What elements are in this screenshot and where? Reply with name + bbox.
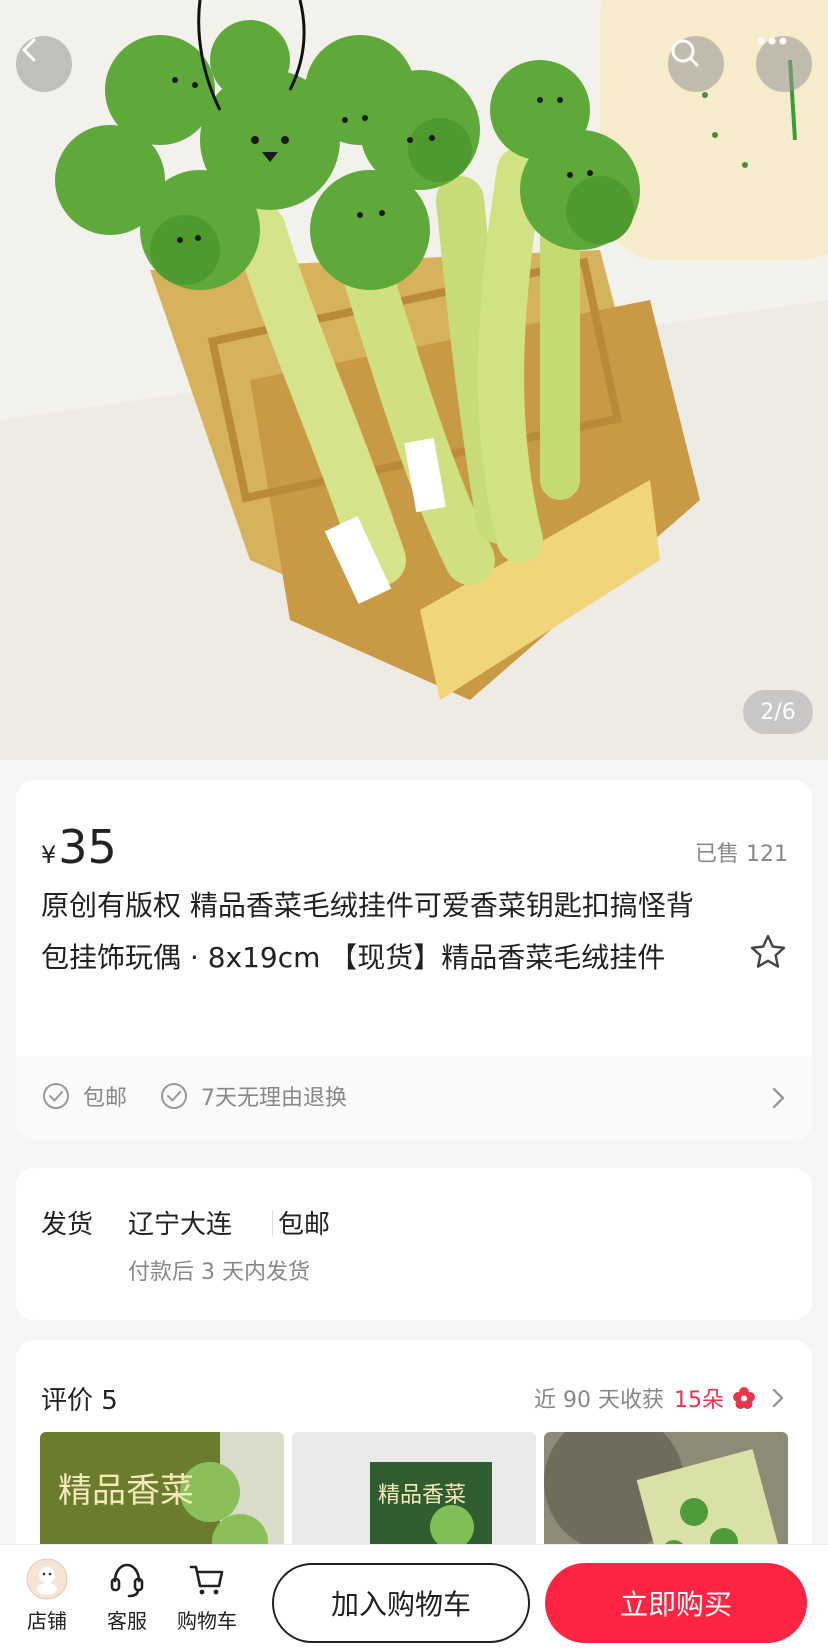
chevron-left-icon	[22, 38, 36, 62]
more-button[interactable]	[756, 36, 812, 92]
headset-icon	[110, 1563, 144, 1598]
customer-service-button[interactable]: 客服	[92, 1557, 162, 1634]
product-info-card: ¥35 已售 121 原创有版权 精品香菜毛绒挂件可爱香菜钥匙扣搞怪背包挂饰玩偶…	[16, 780, 812, 1140]
shop-label: 店铺	[27, 1609, 67, 1633]
currency-symbol: ¥	[41, 841, 57, 869]
reviews-harvest[interactable]: 近 90 天收获 15朵	[534, 1382, 788, 1414]
check-circle-icon	[43, 1083, 69, 1109]
shop-avatar-icon	[26, 1558, 68, 1600]
more-dots-icon	[757, 37, 787, 45]
service-label: 7天无理由退换	[201, 1086, 347, 1111]
product-photo	[0, 0, 828, 760]
star-icon	[750, 934, 786, 968]
shipping-label: 发货	[41, 1210, 94, 1240]
cart-icon	[189, 1565, 224, 1595]
back-button[interactable]	[16, 36, 72, 92]
service-free-shipping: 包邮	[41, 1080, 127, 1112]
reviews-title: 评价 5	[41, 1386, 118, 1416]
favorite-button[interactable]	[748, 932, 788, 972]
thumb-text: 精品香菜	[58, 1471, 194, 1511]
price-amount: 35	[58, 820, 117, 874]
service-7day-return: 7天无理由退换	[159, 1080, 347, 1112]
chevron-right-icon	[772, 1388, 784, 1408]
services-arrow[interactable]	[766, 1083, 790, 1113]
check-circle-icon	[161, 1083, 187, 1109]
shipping-fee: 包邮	[278, 1210, 331, 1240]
services-band[interactable]	[16, 1056, 812, 1140]
cart-button[interactable]: 购物车	[172, 1557, 242, 1634]
service-label: 客服	[107, 1609, 147, 1633]
chevron-right-icon	[772, 1087, 785, 1109]
image-counter: 2/6	[743, 690, 813, 734]
sold-count: 已售 121	[695, 842, 788, 867]
thumb-text: 精品香菜	[378, 1483, 466, 1508]
harvest-prefix: 近 90 天收获	[534, 1388, 664, 1413]
price: ¥35	[41, 820, 117, 874]
flower-icon	[733, 1387, 755, 1409]
harvest-count: 15朵	[674, 1388, 724, 1413]
cart-label: 购物车	[177, 1609, 237, 1633]
shipping-origin: 辽宁大连	[128, 1210, 233, 1240]
product-image-gallery[interactable]: 2/6	[0, 0, 828, 760]
service-label: 包邮	[83, 1086, 128, 1111]
search-button[interactable]	[668, 36, 724, 92]
add-to-cart-button[interactable]: 加入购物车	[272, 1563, 530, 1643]
shipping-card: 发货 辽宁大连 包邮 付款后 3 天内发货	[16, 1168, 812, 1320]
divider	[272, 1210, 273, 1236]
product-title: 原创有版权 精品香菜毛绒挂件可爱香菜钥匙扣搞怪背包挂饰玩偶 · 8x19cm 【…	[41, 889, 694, 974]
search-icon	[671, 39, 699, 67]
shipping-note: 付款后 3 天内发货	[128, 1260, 310, 1285]
shop-button[interactable]: 店铺	[12, 1557, 82, 1634]
buy-now-button[interactable]: 立即购买	[545, 1563, 807, 1643]
bottom-action-bar: 店铺 客服 购物车 加入购物车 立即购买	[0, 1544, 828, 1649]
